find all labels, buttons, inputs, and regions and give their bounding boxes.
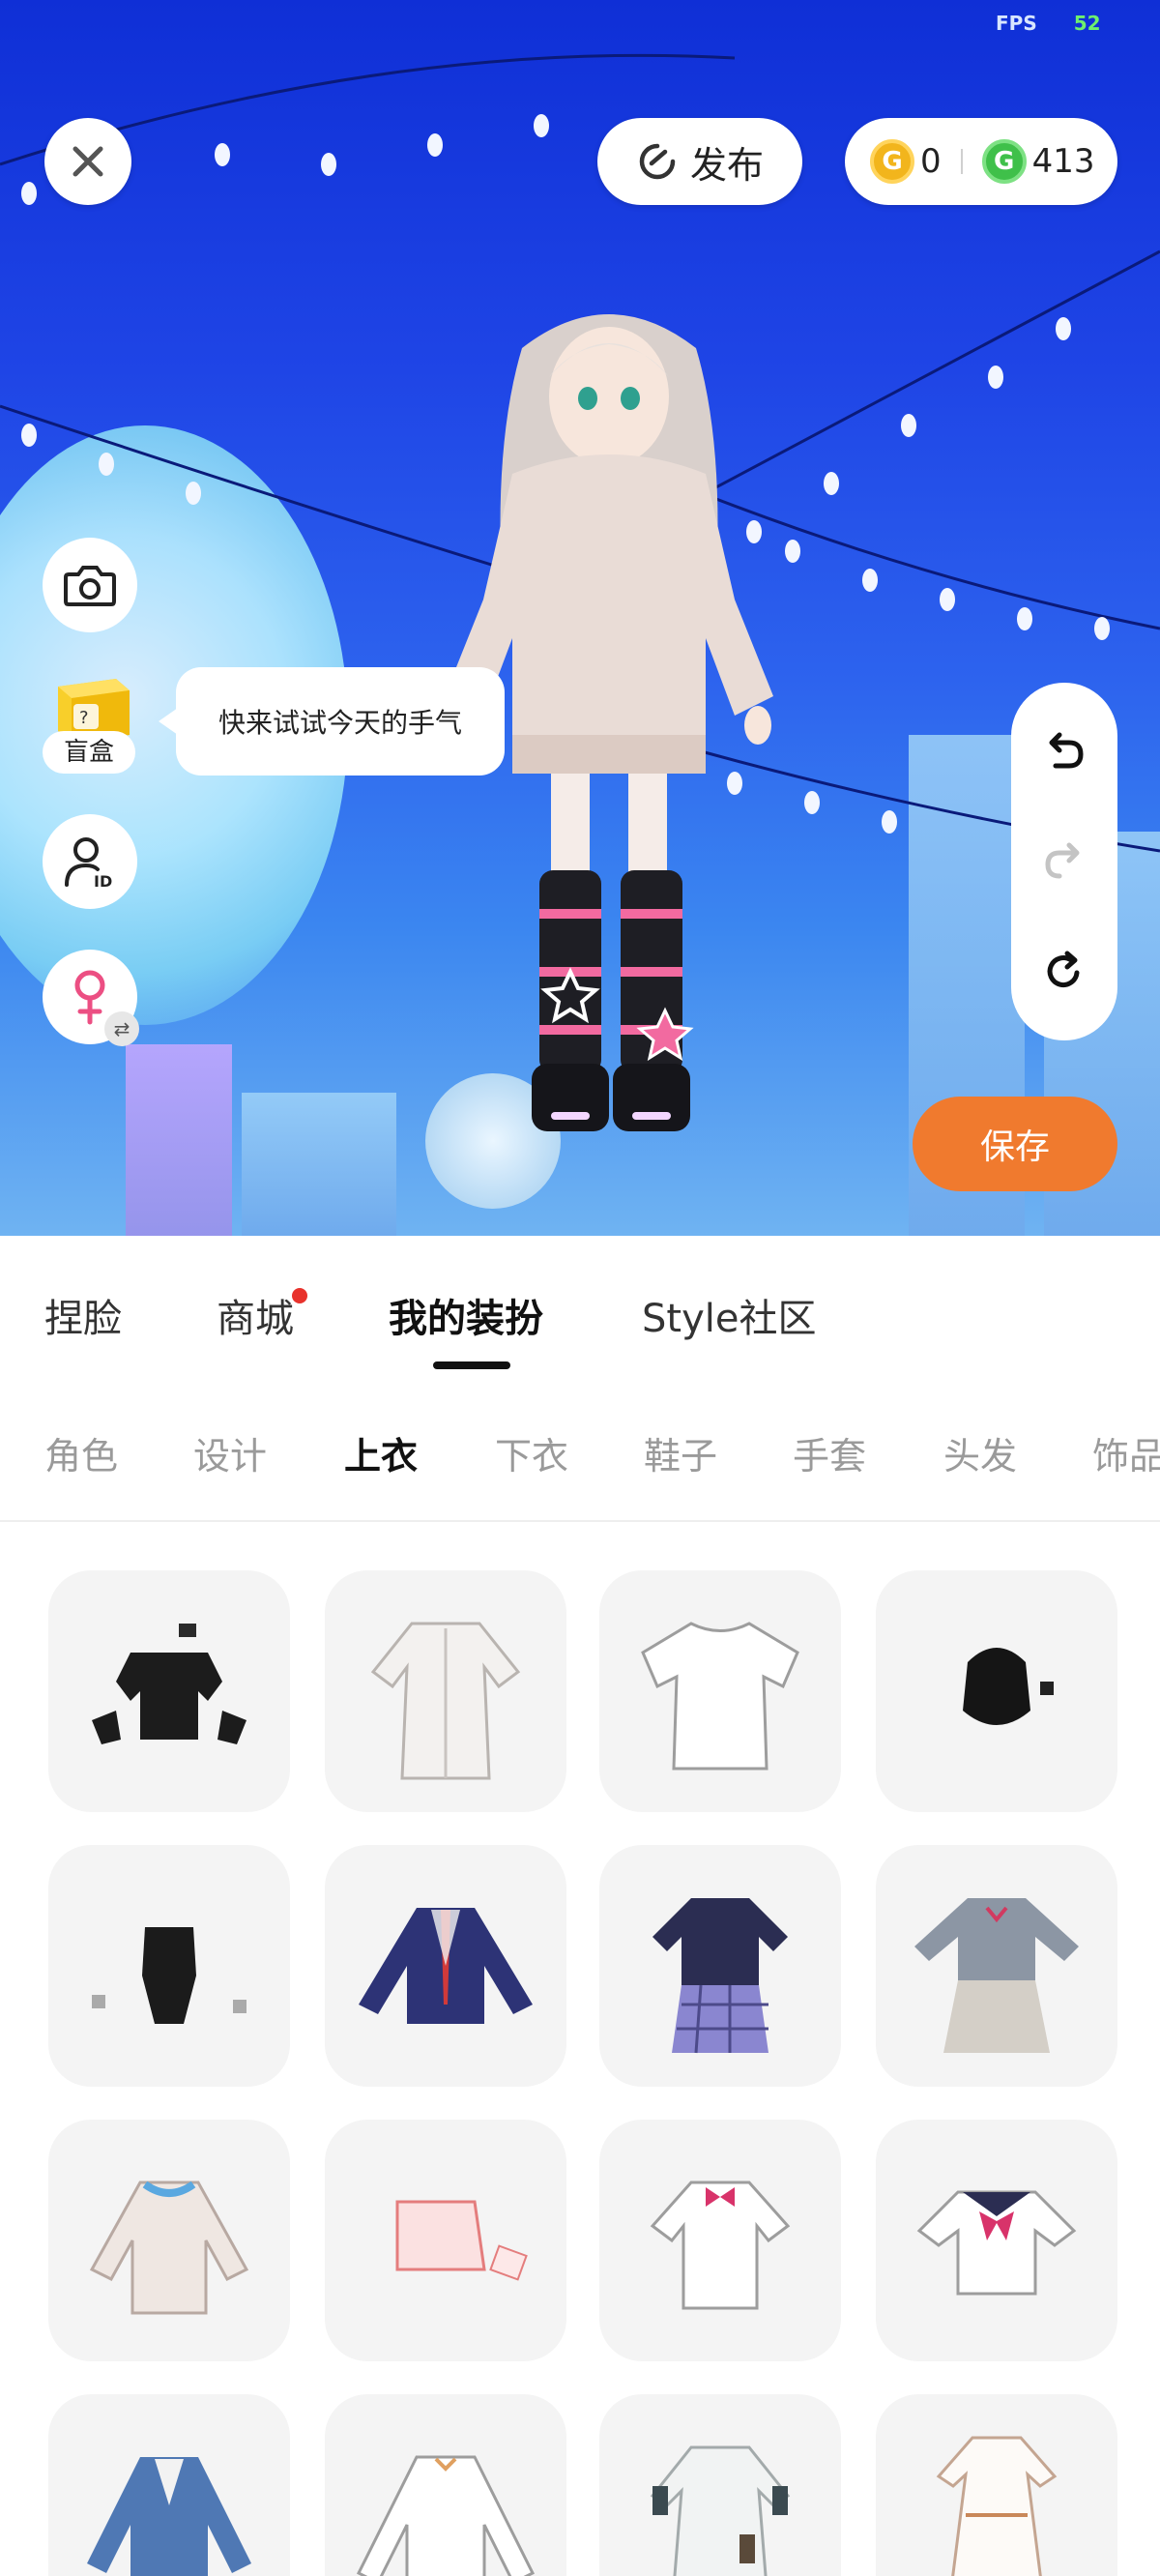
blue-blazer-icon	[87, 2457, 251, 2576]
main-tabs: 捏脸 商城 我的装扮 Style社区	[0, 1288, 1160, 1365]
item-card[interactable]	[876, 1570, 1117, 1812]
swap-icon: ⇄	[104, 1011, 139, 1046]
white-long-coat-icon	[370, 1622, 521, 1780]
svg-text:ID: ID	[94, 872, 112, 891]
black-hood-icon	[963, 1648, 1054, 1725]
beige-cardigan-icon	[89, 2181, 249, 2315]
publish-label: 发布	[689, 143, 764, 187]
category-tabs: 角色 设计 上衣 下衣 鞋子 手套 头发 饰品	[0, 1425, 1160, 1503]
camera-icon	[64, 566, 116, 606]
category-accessories[interactable]: 饰品	[1092, 1425, 1160, 1487]
gold-coin-icon: G	[870, 139, 914, 184]
svg-text:?: ?	[79, 708, 89, 728]
redo-icon[interactable]	[1042, 839, 1087, 884]
category-character[interactable]: 角色	[44, 1425, 118, 1487]
item-card[interactable]	[599, 1570, 841, 1812]
category-design[interactable]: 设计	[193, 1425, 267, 1487]
fps-label: FPS	[996, 12, 1037, 35]
history-panel	[1011, 683, 1117, 1040]
tab-shop-label: 商城	[217, 1297, 294, 1341]
green-coin-value: 413	[1031, 142, 1095, 181]
profile-id-button[interactable]: ID	[43, 814, 137, 909]
gold-coin-value: 0	[920, 142, 942, 181]
wardrobe-panel: 捏脸 商城 我的装扮 Style社区 角色 设计 上衣 下衣 鞋子 手套 头发 …	[0, 1236, 1160, 2576]
white-puff-blouse-icon	[356, 2455, 536, 2576]
tab-style-community[interactable]: Style社区	[642, 1288, 816, 1350]
currency-display[interactable]: G 0 G 413	[845, 118, 1117, 205]
white-lab-dress-icon	[650, 2445, 791, 2576]
notification-dot	[292, 1288, 307, 1303]
category-shoes[interactable]: 鞋子	[644, 1425, 717, 1487]
publish-button[interactable]: 发布	[597, 118, 802, 205]
item-card[interactable]	[599, 2120, 841, 2361]
fps-value: 52	[1073, 12, 1101, 35]
white-shirt-bow-icon	[650, 2181, 791, 2310]
item-card[interactable]	[48, 1570, 290, 1812]
tab-my-outfits[interactable]: 我的装扮	[389, 1288, 543, 1350]
black-gothic-top-icon	[92, 1624, 246, 1744]
undo-icon[interactable]	[1042, 729, 1087, 774]
category-hair[interactable]: 头发	[943, 1425, 1017, 1487]
gender-switch-button[interactable]: ⇄	[43, 950, 139, 1046]
camera-button[interactable]	[43, 538, 137, 632]
item-card[interactable]	[876, 2394, 1117, 2576]
active-tab-indicator	[433, 1361, 510, 1369]
user-id-icon: ID	[65, 837, 112, 891]
white-tshirt-icon	[641, 1622, 799, 1771]
category-bottoms[interactable]: 下衣	[495, 1425, 568, 1487]
item-card[interactable]	[48, 1845, 290, 2087]
category-tops[interactable]: 上衣	[344, 1425, 418, 1487]
blindbox-button[interactable]: ? 盲盒	[39, 667, 145, 783]
female-icon	[74, 970, 105, 1025]
white-long-dress-icon	[936, 2436, 1058, 2576]
save-button[interactable]: 保存	[913, 1097, 1117, 1191]
tab-face[interactable]: 捏脸	[44, 1288, 122, 1350]
publish-icon	[639, 143, 676, 180]
blindbox-label: 盲盒	[43, 731, 135, 774]
tabs-divider	[0, 1520, 1160, 1522]
navy-school-blazer-icon	[359, 1908, 533, 2024]
item-card[interactable]	[48, 2120, 290, 2361]
currency-separator	[960, 149, 963, 174]
item-card[interactable]	[325, 2120, 566, 2361]
avatar-scene[interactable]: FPS 52 发布 G 0 G 413 ? 盲盒 快来试试今天的手气 ID ⇄ …	[0, 0, 1160, 1236]
green-coin-icon: G	[981, 139, 1027, 184]
item-card[interactable]	[325, 1845, 566, 2087]
black-bodysuit-icon	[92, 1927, 246, 2024]
item-card[interactable]	[599, 2394, 841, 2576]
sailor-blouse-pink-bow-icon	[916, 2190, 1077, 2296]
item-card[interactable]	[876, 1845, 1117, 2087]
close-button[interactable]	[44, 118, 131, 205]
item-card[interactable]	[599, 1845, 841, 2087]
grey-sailor-dress-icon	[914, 1898, 1079, 2053]
item-card[interactable]	[876, 2120, 1117, 2361]
reset-icon[interactable]	[1042, 950, 1087, 994]
pink-crop-top-icon	[395, 2200, 528, 2281]
blindbox-tooltip: 快来试试今天的手气	[159, 667, 505, 776]
category-gloves[interactable]: 手套	[793, 1425, 866, 1487]
fps-counter: FPS 52	[996, 12, 1101, 35]
close-icon	[72, 146, 103, 177]
navy-plaid-dress-icon	[652, 1898, 788, 2054]
item-card[interactable]	[325, 2394, 566, 2576]
tab-shop[interactable]: 商城	[217, 1288, 307, 1350]
item-card[interactable]	[325, 1570, 566, 1812]
item-card[interactable]	[48, 2394, 290, 2576]
